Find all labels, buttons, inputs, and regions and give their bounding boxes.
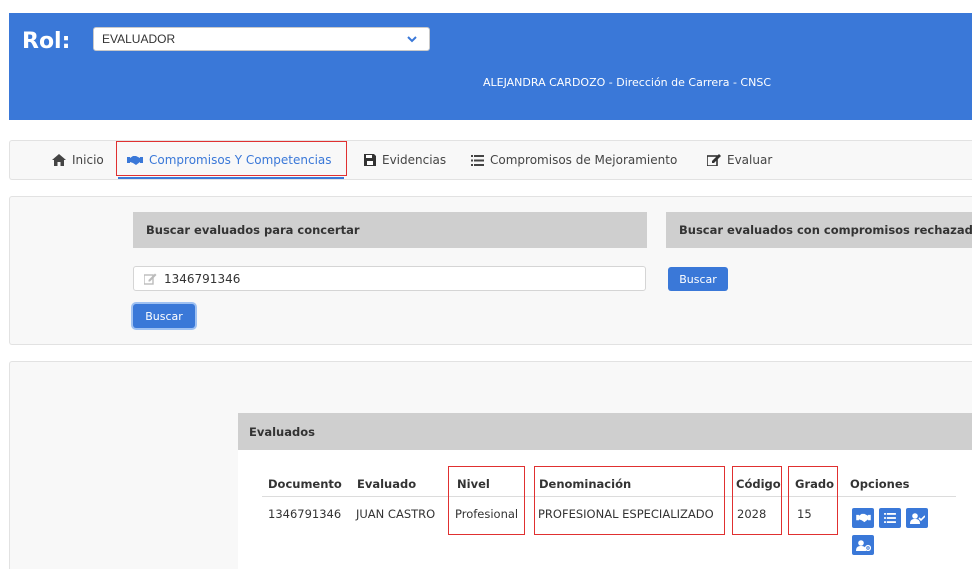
cell-nivel: Profesional [455, 507, 519, 521]
user-gear-icon [855, 539, 871, 551]
col-header-documento: Documento [268, 477, 342, 491]
nav-item-evaluar[interactable]: Evaluar [707, 141, 772, 179]
list-icon [471, 154, 484, 166]
nav-label: Evaluar [727, 153, 773, 167]
list-icon [884, 513, 896, 523]
buscar-rechazados-button[interactable]: Buscar [668, 267, 728, 291]
cell-evaluado: JUAN CASTRO [356, 507, 436, 521]
nav-item-compromisos-competencias[interactable]: Compromisos Y Competencias [127, 141, 332, 179]
col-header-nivel: Nivel [457, 477, 490, 491]
edit-icon [707, 154, 721, 166]
cell-codigo: 2028 [737, 507, 767, 521]
option-user-check-button[interactable] [906, 508, 928, 528]
nav-item-inicio[interactable]: Inicio [52, 141, 104, 179]
edit-icon [144, 273, 157, 285]
home-icon [52, 154, 66, 166]
col-header-codigo: Código [736, 477, 781, 491]
nav-label: Evidencias [382, 153, 447, 167]
rol-label: Rol: [22, 29, 71, 54]
rol-select-value: EVALUADOR [102, 32, 176, 46]
nav-item-evidencias[interactable]: Evidencias [364, 141, 446, 179]
chevron-down-icon [407, 36, 417, 43]
cell-denominacion: PROFESIONAL ESPECIALIZADO [538, 507, 714, 521]
nav-item-compromisos-mejoramiento[interactable]: Compromisos de Mejoramiento [471, 141, 677, 179]
option-concertar-button[interactable] [852, 508, 874, 528]
rol-select[interactable]: EVALUADOR [93, 27, 430, 51]
option-list-button[interactable] [879, 508, 901, 528]
nav-label: Compromisos Y Competencias [149, 153, 332, 167]
nav-label: Inicio [72, 153, 104, 167]
header-bar: Rol: EVALUADOR ALEJANDRA CARDOZO - Direc… [9, 13, 972, 120]
col-header-grado: Grado [795, 477, 835, 491]
cell-documento: 1346791346 [268, 507, 342, 521]
col-header-opciones: Opciones [850, 477, 910, 491]
search-input-value: 1346791346 [164, 272, 241, 286]
user-check-icon [909, 512, 925, 524]
col-header-denominacion: Denominación [539, 477, 632, 491]
buscar-concertar-button[interactable]: Buscar [133, 304, 195, 328]
handshake-icon [127, 155, 143, 165]
save-icon [364, 154, 376, 166]
nav-label: Compromisos de Mejoramiento [490, 153, 678, 167]
search-concertar-title: Buscar evaluados para concertar [133, 212, 647, 248]
search-rechazados-title: Buscar evaluados con compromisos rechaza… [666, 212, 972, 248]
cell-grado: 15 [797, 507, 812, 521]
active-tab-underline [118, 177, 344, 179]
col-header-evaluado: Evaluado [357, 477, 417, 491]
main-nav: Inicio Compromisos Y Competencias Eviden… [9, 140, 972, 180]
search-input[interactable]: 1346791346 [133, 266, 646, 291]
handshake-icon [855, 513, 871, 523]
option-user-gear-button[interactable] [852, 535, 874, 555]
user-info: ALEJANDRA CARDOZO - Dirección de Carrera… [483, 76, 771, 89]
results-title: Evaluados [238, 413, 972, 450]
table-header-divider [262, 496, 956, 497]
